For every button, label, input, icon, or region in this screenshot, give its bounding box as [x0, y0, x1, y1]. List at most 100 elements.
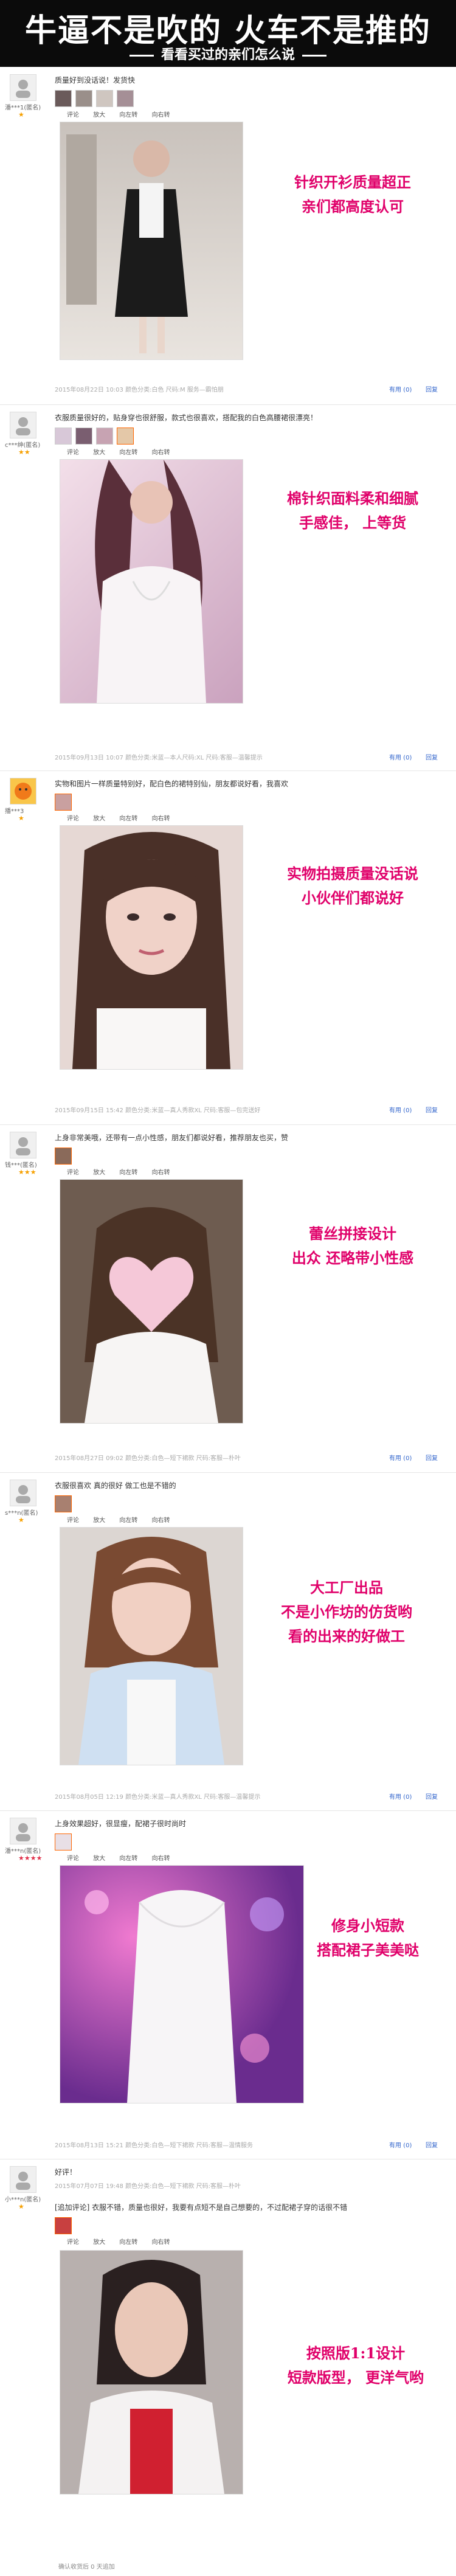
review-photo[interactable] — [60, 1179, 243, 1424]
thumbnail[interactable] — [55, 1833, 72, 1851]
avatar — [10, 74, 36, 101]
review-card: 潘***1(匿名) ★ 质量好到没话说！发货快 评论 放大 向左转 向右转 针织… — [0, 67, 456, 405]
rank-icon: ★ — [18, 2203, 24, 2211]
rotate-right-button[interactable]: 向右转 — [152, 449, 170, 456]
rank-icon: ★★★★ — [18, 1854, 43, 1862]
username: s***n(匿名) — [5, 1510, 38, 1517]
photo-figure — [72, 832, 230, 1069]
thumbnail[interactable] — [55, 794, 72, 811]
promo-caption: 棉针织面料柔和细腻 手感佳， 上等货 — [261, 486, 444, 535]
rotate-left-button[interactable]: 向左转 — [119, 1855, 137, 1862]
photo-toolbar: 评论 放大 向左转 向右转 — [67, 813, 182, 824]
comment-button[interactable]: 评论 — [67, 449, 79, 456]
useful-button[interactable]: 有用 (0) — [389, 2140, 412, 2149]
promo-caption: 大工厂出品 不是小作坊的仿货哟 看的出来的好做工 — [243, 1576, 450, 1649]
review-meta: 2015年09月15日 15:42 颜色分类:米蓝—真人秀款XL 尺码:客服—包… — [55, 1107, 261, 1114]
rotate-right-button[interactable]: 向右转 — [152, 112, 170, 119]
caption-line: 小伙伴们都说好 — [302, 889, 404, 907]
banner-subtitle: 看看买过的亲们怎么说 — [161, 47, 295, 63]
rotate-left-button[interactable]: 向左转 — [119, 1169, 137, 1176]
zoom-button[interactable]: 放大 — [93, 1855, 105, 1862]
zoom-button[interactable]: 放大 — [93, 815, 105, 822]
rotate-right-button[interactable]: 向右转 — [152, 1855, 170, 1862]
review-text: 实物和图片一样质量特别好，配白色的裙特别仙，朋友都说好看，我喜欢 — [55, 780, 289, 788]
useful-button[interactable]: 有用 (0) — [389, 1792, 412, 1801]
thumbnail[interactable] — [55, 428, 72, 445]
rank-icon: ★★ — [18, 448, 30, 456]
comment-button[interactable]: 评论 — [67, 2239, 79, 2246]
rotate-right-button[interactable]: 向右转 — [152, 1169, 170, 1176]
zoom-button[interactable]: 放大 — [93, 1169, 105, 1176]
reply-link[interactable]: 回复 — [426, 1792, 438, 1801]
thumbnail[interactable] — [117, 428, 134, 445]
review-photo[interactable] — [60, 825, 243, 1070]
rotate-right-button[interactable]: 向右转 — [152, 2239, 170, 2246]
comment-button[interactable]: 评论 — [67, 815, 79, 822]
promo-caption: 实物拍摄质量没话说 小伙伴们都说好 — [261, 862, 444, 910]
comment-button[interactable]: 评论 — [67, 1855, 79, 1862]
zoom-button[interactable]: 放大 — [93, 2239, 105, 2246]
photo-figure — [78, 2260, 224, 2494]
comment-button[interactable]: 评论 — [67, 112, 79, 119]
review-photo[interactable] — [60, 122, 243, 360]
comment-button[interactable]: 评论 — [67, 1169, 79, 1176]
reply-link[interactable]: 回复 — [426, 752, 438, 761]
review-text: 质量好到没话说！发货快 — [55, 76, 136, 85]
reply-link[interactable]: 回复 — [426, 2140, 438, 2149]
review-card: 播***3 ★ 实物和图片一样质量特别好，配白色的裙特别仙，朋友都说好看，我喜欢… — [0, 770, 456, 1125]
photo-toolbar: 评论 放大 向左转 向右转 — [67, 1515, 182, 1526]
thumbnail[interactable] — [96, 90, 113, 107]
review-card: 潘***n(匿名) ★★★★ 上身效果超好，很显瘦，配裙子很时尚时 评论 放大 … — [0, 1810, 456, 2159]
thumbnail[interactable] — [55, 90, 72, 107]
thumbnail[interactable] — [75, 90, 92, 107]
review-text: 衣服很喜欢 真的很好 做工也是不错的 — [55, 1481, 176, 1490]
thumbnail[interactable] — [96, 428, 113, 445]
zoom-button[interactable]: 放大 — [93, 1517, 105, 1524]
caption-line: 修身小短款 — [331, 1917, 404, 1934]
rotate-right-button[interactable]: 向右转 — [152, 815, 170, 822]
review-photo[interactable] — [60, 1527, 243, 1765]
promo-caption: 修身小短款 搭配裙子美美哒 — [286, 1914, 450, 1962]
username: 潘***n(匿名) — [5, 1848, 41, 1855]
rotate-left-button[interactable]: 向左转 — [119, 815, 137, 822]
review-card: s***n(匿名) ★ 衣服很喜欢 真的很好 做工也是不错的 评论 放大 向左转… — [0, 1472, 456, 1811]
thumbnail[interactable] — [117, 90, 134, 107]
photo-toolbar: 评论 放大 向左转 向右转 — [67, 1853, 182, 1864]
photo-figure — [60, 1180, 243, 1423]
thumbnail[interactable] — [55, 1148, 72, 1165]
reply-link[interactable]: 回复 — [426, 1453, 438, 1462]
useful-button[interactable]: 有用 (0) — [389, 1105, 412, 1114]
useful-button[interactable]: 有用 (0) — [389, 1453, 412, 1462]
review-photo[interactable] — [60, 2250, 243, 2495]
useful-button[interactable]: 有用 (0) — [389, 384, 412, 393]
review-photo[interactable] — [60, 459, 243, 704]
comment-button[interactable]: 评论 — [67, 1517, 79, 1524]
review-meta: 2015年08月27日 09:02 颜色分类:白色—短下裙款 尺码:客服—朴叶 — [55, 1455, 241, 1462]
zoom-button[interactable]: 放大 — [93, 449, 105, 456]
username: 播***3 — [5, 808, 24, 815]
avatar — [10, 1480, 36, 1506]
rotate-left-button[interactable]: 向左转 — [119, 112, 137, 119]
thumbnail[interactable] — [55, 2217, 72, 2234]
divider — [302, 54, 326, 57]
rotate-left-button[interactable]: 向左转 — [119, 449, 137, 456]
reply-link[interactable]: 回复 — [426, 1105, 438, 1114]
rotate-left-button[interactable]: 向左转 — [119, 1517, 137, 1524]
photo-toolbar: 评论 放大 向左转 向右转 — [67, 447, 182, 458]
caption-line: 按照版1:1设计 — [306, 2344, 406, 2362]
caption-line: 大工厂出品 — [310, 1579, 383, 1596]
reply-link[interactable]: 回复 — [426, 384, 438, 393]
thumbnail[interactable] — [75, 428, 92, 445]
thumbnail-strip — [55, 1833, 75, 1852]
rotate-right-button[interactable]: 向右转 — [152, 1517, 170, 1524]
useful-button[interactable]: 有用 (0) — [389, 752, 412, 761]
username: 小***n(匿名) — [5, 2197, 41, 2203]
review-photo[interactable] — [60, 1865, 304, 2103]
caption-line: 看的出来的好做工 — [288, 1627, 405, 1645]
review-meta: 2015年07月07日 19:48 颜色分类:白色—短下裙款 尺码:客服—朴叶 — [55, 2183, 241, 2190]
rotate-left-button[interactable]: 向左转 — [119, 2239, 137, 2246]
thumbnail[interactable] — [55, 1495, 72, 1512]
username: c***绅(匿名) — [5, 442, 41, 449]
zoom-button[interactable]: 放大 — [93, 112, 105, 119]
thumbnail-strip — [55, 1148, 75, 1166]
